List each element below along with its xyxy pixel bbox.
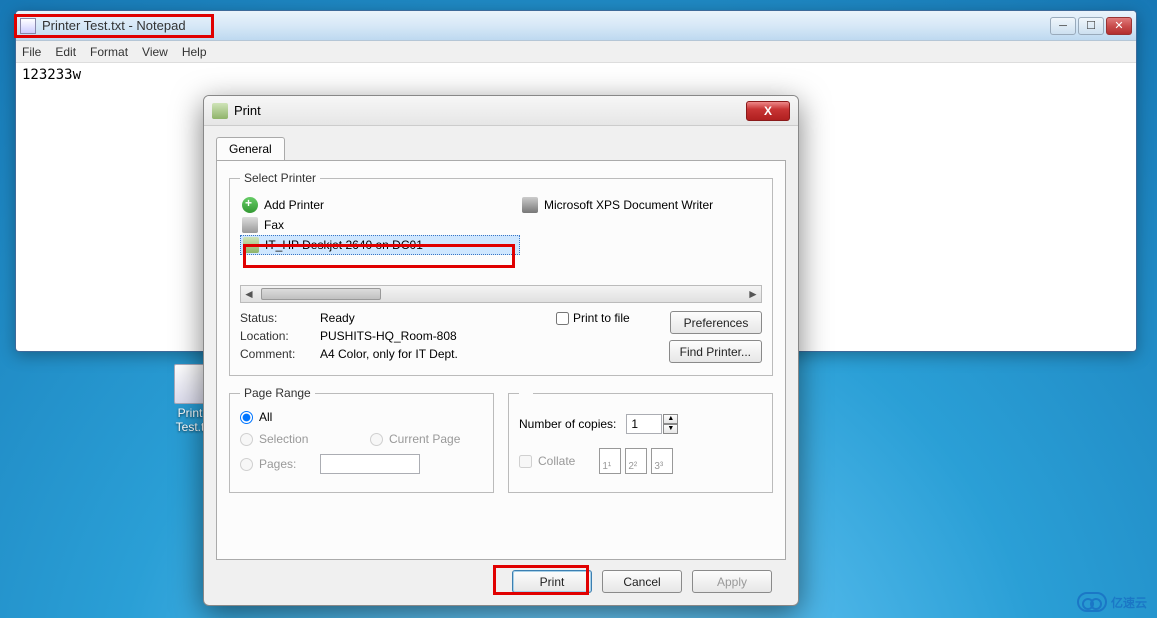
collate-checkbox: [519, 455, 532, 468]
printer-selected-label: IT_HP Deskjet 2640 on DC01: [265, 238, 423, 252]
status-label: Status:: [240, 311, 320, 325]
radio-selection-label: Selection: [259, 432, 308, 446]
menu-format[interactable]: Format: [90, 45, 128, 59]
radio-pages: [240, 458, 253, 471]
page-range-legend: Page Range: [240, 386, 315, 400]
copies-group: c Number of copies: ▲ ▼ Col: [508, 386, 773, 493]
radio-selection-row: Selection: [240, 432, 370, 446]
select-printer-legend: Select Printer: [240, 171, 320, 185]
print-dialog-titlebar[interactable]: Print X: [204, 96, 798, 126]
radio-pages-row: Pages:: [240, 454, 483, 474]
notepad-icon: [20, 18, 36, 34]
dialog-close-button[interactable]: X: [746, 101, 790, 121]
menu-view[interactable]: View: [142, 45, 168, 59]
watermark: 亿速云: [1077, 592, 1147, 612]
location-value: PUSHITS-HQ_Room-808: [320, 329, 457, 343]
radio-current-row: Current Page: [370, 432, 460, 446]
printer-icon: [212, 103, 228, 119]
comment-value: A4 Color, only for IT Dept.: [320, 347, 458, 361]
notepad-text-area[interactable]: 123233w: [16, 63, 1136, 87]
printer-fax-label: Fax: [264, 218, 284, 232]
radio-current: [370, 433, 383, 446]
collate-page-icon: 2²: [625, 448, 647, 474]
collate-label: Collate: [538, 454, 575, 468]
scroll-thumb[interactable]: [261, 288, 381, 300]
watermark-text: 亿速云: [1111, 594, 1147, 611]
menu-file[interactable]: File: [22, 45, 41, 59]
status-value: Ready: [320, 311, 355, 325]
radio-current-label: Current Page: [389, 432, 460, 446]
menu-edit[interactable]: Edit: [55, 45, 76, 59]
apply-button[interactable]: Apply: [692, 570, 772, 593]
radio-all-row[interactable]: All: [240, 410, 483, 424]
notepad-title: Printer Test.txt - Notepad: [42, 18, 1050, 33]
page-range-group: Page Range All Selection Current Page: [229, 386, 494, 493]
printer-fax[interactable]: Fax: [240, 215, 520, 235]
printer-list-scrollbar[interactable]: ◄ ►: [240, 285, 762, 303]
add-printer-icon: [242, 197, 258, 213]
close-button[interactable]: ✕: [1106, 17, 1132, 35]
print-to-file-label: Print to file: [573, 311, 630, 325]
collate-illustration: 1¹ 2² 3³: [599, 448, 673, 474]
copies-input[interactable]: [626, 414, 662, 434]
collate-page-icon: 3³: [651, 448, 673, 474]
location-label: Location:: [240, 329, 320, 343]
printer-add[interactable]: Add Printer: [240, 195, 520, 215]
tab-general[interactable]: General: [216, 137, 285, 160]
preferences-button[interactable]: Preferences: [670, 311, 762, 334]
notepad-menubar: File Edit Format View Help: [16, 41, 1136, 63]
spin-up-icon[interactable]: ▲: [663, 414, 678, 424]
radio-pages-label: Pages:: [259, 457, 296, 471]
scroll-right-icon[interactable]: ►: [745, 287, 761, 301]
print-button[interactable]: Print: [512, 570, 592, 593]
cancel-button[interactable]: Cancel: [602, 570, 682, 593]
spin-down-icon[interactable]: ▼: [663, 424, 678, 434]
menu-help[interactable]: Help: [182, 45, 207, 59]
notepad-titlebar[interactable]: Printer Test.txt - Notepad ─ ☐ ✕: [16, 11, 1136, 41]
minimize-button[interactable]: ─: [1050, 17, 1076, 35]
maximize-button[interactable]: ☐: [1078, 17, 1104, 35]
watermark-icon: [1077, 592, 1107, 612]
print-to-file-checkbox[interactable]: [556, 312, 569, 325]
pages-input: [320, 454, 420, 474]
printer-list[interactable]: Add Printer Fax IT_HP Deskjet 2640 on DC…: [240, 195, 762, 285]
printer-add-label: Add Printer: [264, 198, 324, 212]
radio-all-label: All: [259, 410, 272, 424]
print-to-file-option[interactable]: Print to file: [556, 311, 630, 325]
printer-xps-label: Microsoft XPS Document Writer: [544, 198, 713, 212]
collate-page-icon: 1¹: [599, 448, 621, 474]
comment-label: Comment:: [240, 347, 320, 361]
radio-all[interactable]: [240, 411, 253, 424]
printer-xps[interactable]: Microsoft XPS Document Writer: [520, 195, 762, 215]
printer-icon: [243, 237, 259, 253]
fax-icon: [242, 217, 258, 233]
copies-label: Number of copies:: [519, 417, 616, 431]
find-printer-button[interactable]: Find Printer...: [669, 340, 762, 363]
select-printer-group: Select Printer Add Printer Fax: [229, 171, 773, 376]
print-dialog: Print X General Select Printer Add Print…: [203, 95, 799, 606]
copies-spinner[interactable]: ▲ ▼: [626, 414, 678, 434]
print-dialog-title: Print: [234, 103, 746, 118]
xps-icon: [522, 197, 538, 213]
printer-selected[interactable]: IT_HP Deskjet 2640 on DC01: [240, 235, 520, 255]
collate-option: Collate 1¹ 2² 3³: [519, 448, 762, 474]
scroll-left-icon[interactable]: ◄: [241, 287, 257, 301]
file-icon: [174, 364, 206, 404]
radio-selection: [240, 433, 253, 446]
